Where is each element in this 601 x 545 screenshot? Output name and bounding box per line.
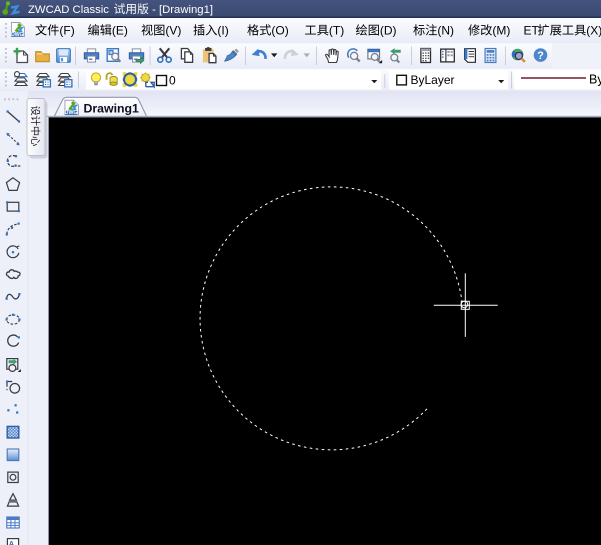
svg-text:A: A bbox=[9, 539, 15, 545]
svg-text:ET: ET bbox=[524, 24, 540, 38]
svg-text:- [Drawing1]: - [Drawing1] bbox=[152, 4, 213, 16]
svg-text:(X): (X) bbox=[586, 24, 601, 38]
svg-text:(I): (I) bbox=[217, 24, 228, 38]
svg-text:ZWCAD Classic: ZWCAD Classic bbox=[28, 4, 109, 16]
svg-text:(T): (T) bbox=[329, 24, 344, 38]
svg-text:(N): (N) bbox=[437, 24, 454, 38]
svg-text:(O): (O) bbox=[271, 24, 288, 38]
svg-text:(E): (E) bbox=[112, 24, 128, 38]
svg-text:(M): (M) bbox=[492, 24, 510, 38]
svg-text:By: By bbox=[589, 73, 601, 87]
svg-text:Drawing1: Drawing1 bbox=[84, 102, 140, 116]
svg-text:ByLayer: ByLayer bbox=[411, 73, 455, 87]
svg-text:DWG: DWG bbox=[11, 32, 23, 38]
svg-text:(V): (V) bbox=[165, 24, 181, 38]
svg-text:?: ? bbox=[537, 50, 544, 62]
svg-text:(D): (D) bbox=[380, 24, 397, 38]
svg-text:DWG: DWG bbox=[65, 110, 78, 116]
svg-text:0: 0 bbox=[169, 74, 176, 88]
svg-text:(F): (F) bbox=[59, 24, 74, 38]
